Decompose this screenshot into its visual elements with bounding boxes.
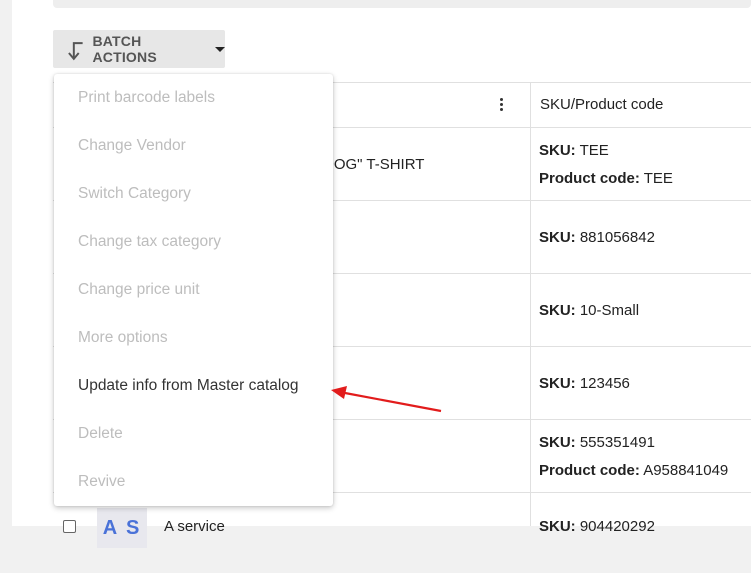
product-thumbnail: A S xyxy=(97,508,147,548)
sku-value: SKU: 10-Small xyxy=(539,302,640,319)
sku-value: SKU: 123456 xyxy=(539,375,630,392)
batch-actions-menu: Print barcode labels Change Vendor Switc… xyxy=(54,74,333,506)
menu-item-print-barcode-labels: Print barcode labels xyxy=(78,89,215,106)
menu-item-change-vendor: Change Vendor xyxy=(78,137,186,154)
column-menu-icon[interactable] xyxy=(498,97,504,115)
search-bar[interactable] xyxy=(53,0,751,8)
batch-actions-label: BATCH ACTIONS xyxy=(92,33,157,65)
menu-item-change-tax-category: Change tax category xyxy=(78,233,222,250)
menu-item-more-options: More options xyxy=(78,329,168,346)
product-code-value: Product code: A958841049 xyxy=(539,462,729,479)
menu-item-revive: Revive xyxy=(78,473,126,490)
menu-item-switch-category: Switch Category xyxy=(78,185,191,202)
column-header-sku[interactable]: SKU/Product code xyxy=(540,96,663,113)
caret-down-icon xyxy=(215,46,225,52)
sku-value: SKU: TEE xyxy=(539,142,609,159)
menu-item-delete: Delete xyxy=(78,425,123,442)
batch-actions-button[interactable]: BATCH ACTIONS xyxy=(53,30,225,68)
return-arrow-icon xyxy=(68,42,83,61)
row-checkbox[interactable] xyxy=(63,520,76,533)
sku-value: SKU: 881056842 xyxy=(539,229,655,246)
product-code-value: Product code: TEE xyxy=(539,170,673,187)
menu-item-update-info-from-master-catalog[interactable]: Update info from Master catalog xyxy=(54,362,333,410)
product-name[interactable]: A service xyxy=(164,518,225,535)
product-name[interactable]: DOG" T-SHIRT xyxy=(323,156,424,173)
menu-item-change-price-unit: Change price unit xyxy=(78,281,200,298)
sku-value: SKU: 904420292 xyxy=(539,518,655,535)
sku-value: SKU: 555351491 xyxy=(539,434,655,451)
